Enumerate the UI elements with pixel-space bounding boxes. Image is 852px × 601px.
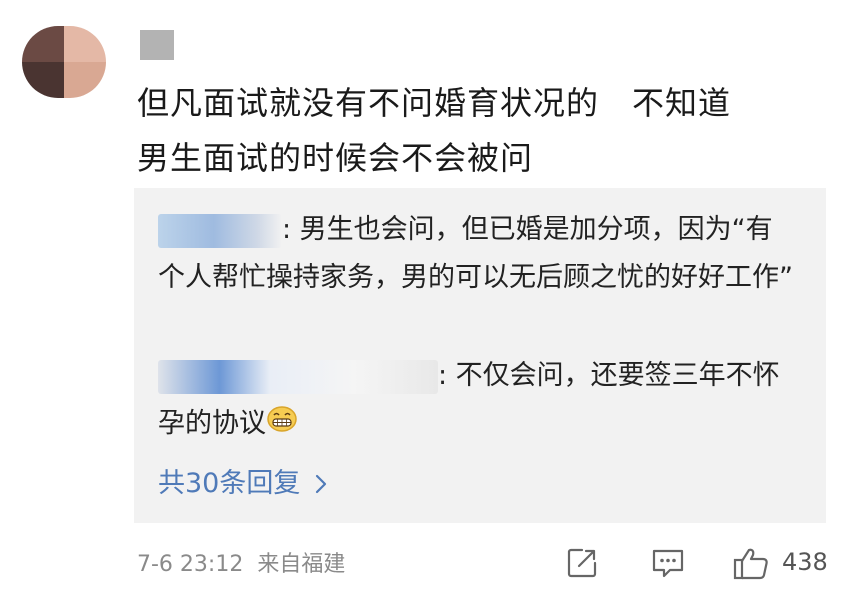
reply-item[interactable]: : 不仅会问，还要签三年不怀孕的协议 — [158, 352, 798, 449]
avatar[interactable] — [22, 26, 106, 98]
reply-username-redacted[interactable] — [158, 213, 282, 248]
grin-emoji — [266, 401, 298, 449]
comment-footer: 7-6 23:12 来自福建 438 — [0, 540, 852, 588]
avatar-part — [22, 26, 64, 62]
more-replies-link[interactable]: 共30条回复 — [158, 460, 332, 508]
share-icon — [567, 548, 597, 578]
like-icon — [733, 548, 768, 580]
comment-line-1: 但凡面试就没有不问婚育状况的 不知道 — [137, 84, 732, 122]
more-replies-label: 共30条回复 — [158, 468, 301, 499]
comment-source: 来自福建 — [257, 552, 346, 577]
share-button[interactable] — [565, 546, 599, 580]
username-redacted[interactable] — [140, 30, 174, 60]
reply-item[interactable]: : 男生也会问，但已婚是加分项，因为“有个人帮忙操持家务，男的可以无后顾之忧的好… — [158, 206, 798, 302]
comment-meta: 7-6 23:12 来自福建 — [137, 546, 345, 578]
avatar-part — [64, 62, 106, 98]
comment-button[interactable] — [650, 546, 686, 580]
comment-date: 7-6 23:12 — [137, 552, 244, 577]
comment-text: 但凡面试就没有不问婚育状况的 不知道 男生面试的时候会不会被问 — [137, 76, 827, 186]
like-count: 438 — [782, 548, 828, 576]
avatar-part — [22, 62, 64, 98]
reply-box: : 男生也会问，但已婚是加分项，因为“有个人帮忙操持家务，男的可以无后顾之忧的好… — [134, 188, 826, 523]
chevron-right-icon — [316, 474, 327, 494]
like-button[interactable] — [732, 546, 772, 582]
reply-username-redacted[interactable] — [158, 359, 438, 394]
avatar-part — [64, 26, 106, 62]
comment-icon — [652, 549, 684, 578]
comment-line-2: 男生面试的时候会不会被问 — [137, 139, 534, 177]
